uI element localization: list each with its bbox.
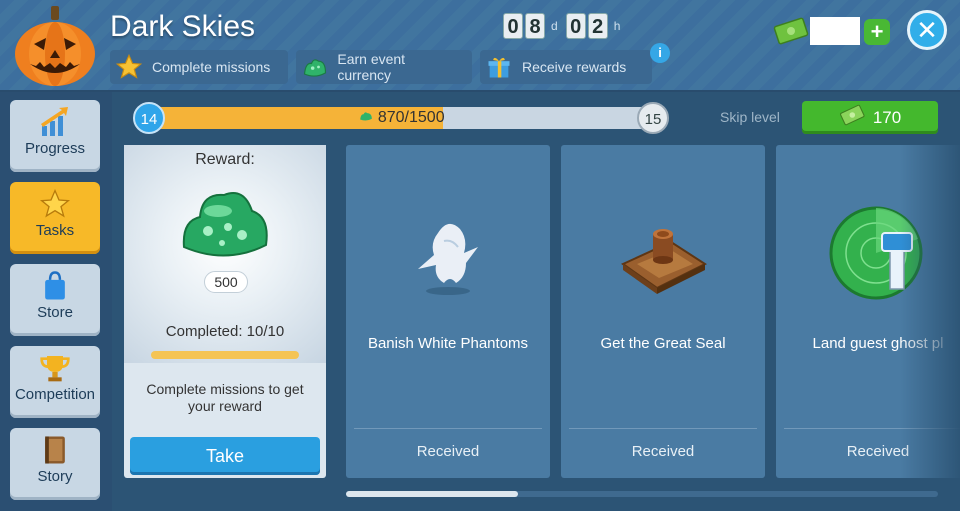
slime-icon <box>178 181 272 272</box>
close-button[interactable]: ✕ <box>907 10 947 50</box>
task-card[interactable]: Get the Great Seal Received <box>561 145 765 478</box>
sidebar-item-label: Store <box>37 304 73 321</box>
task-name: Get the Great Seal <box>600 335 726 352</box>
timer-unit-hours: h <box>613 19 621 33</box>
sidebar: Progress Tasks Store Competition Story <box>0 92 112 511</box>
currency-display: + <box>772 14 892 48</box>
sidebar-item-label: Competition <box>14 386 96 403</box>
level-progress-value: 870/1500 <box>377 109 445 127</box>
sidebar-item-progress[interactable]: Progress <box>10 100 100 172</box>
ghost-icon <box>346 195 550 315</box>
reward-label: Reward: <box>195 151 255 168</box>
task-card[interactable]: Banish White Phantoms Received <box>346 145 550 478</box>
gift-icon <box>484 52 514 82</box>
completed-text: Completed: 10/10 <box>165 323 285 340</box>
sidebar-item-competition[interactable]: Competition <box>10 346 100 418</box>
timer-digit: 0 <box>565 13 586 39</box>
take-reward-button[interactable]: Take <box>130 437 320 475</box>
pumpkin-logo-icon <box>12 4 98 88</box>
step-receive-rewards: Receive rewards <box>480 50 652 84</box>
cash-icon <box>839 104 867 131</box>
step-label: Complete missions <box>152 59 271 75</box>
task-status: Received <box>631 443 695 460</box>
star-icon <box>10 182 100 222</box>
info-button[interactable]: i <box>650 43 670 63</box>
card-divider <box>354 428 542 429</box>
timer-unit-days: d <box>551 19 558 33</box>
level-progress-text: 870/1500 <box>148 107 656 129</box>
add-currency-button[interactable]: + <box>864 19 890 45</box>
slime-icon <box>300 52 329 82</box>
seal-icon <box>561 195 765 315</box>
skip-level-cost: 170 <box>872 107 902 127</box>
reward-description: Complete missions to get your reward <box>146 381 304 414</box>
skip-level-label: Skip level <box>720 109 780 125</box>
reward-amount: 500 <box>204 271 248 293</box>
sidebar-item-store[interactable]: Store <box>10 264 100 336</box>
task-status: Received <box>416 443 480 460</box>
step-label: Receive rewards <box>522 59 627 75</box>
next-level-badge: 15 <box>637 102 669 134</box>
timer-digit: 2 <box>587 13 608 39</box>
star-icon <box>114 52 144 82</box>
task-name: Banish White Phantoms <box>367 335 529 352</box>
trophy-icon <box>10 346 100 386</box>
skip-level-button[interactable]: 170 <box>802 101 938 134</box>
cards-fade-overlay <box>900 145 960 478</box>
slime-icon <box>359 107 373 129</box>
step-earn-currency: Earn event currency <box>296 50 472 84</box>
step-label: Earn event currency <box>337 51 406 83</box>
level-progress-bar: 870/1500 <box>148 107 656 129</box>
sidebar-item-label: Story <box>37 468 73 485</box>
reward-panel: Reward: 500 Completed: 10/10 Complete mi… <box>124 145 326 478</box>
book-icon <box>10 428 100 468</box>
timer-digit: 0 <box>503 13 523 39</box>
cash-icon <box>772 16 812 51</box>
event-steps: Complete missions Earn event currency Re… <box>110 50 652 84</box>
event-timer: 0 8 d 0 2 h <box>503 13 626 39</box>
sidebar-item-story[interactable]: Story <box>10 428 100 500</box>
card-divider <box>569 428 757 429</box>
step-complete-missions: Complete missions <box>110 50 288 84</box>
sidebar-item-label: Progress <box>24 140 86 157</box>
sidebar-item-label: Tasks <box>35 222 75 239</box>
reward-display: Reward: 500 Completed: 10/10 <box>124 145 326 363</box>
current-level-badge: 14 <box>133 102 165 134</box>
cards-scrollbar-thumb[interactable] <box>346 491 518 497</box>
page-title: Dark Skies <box>110 10 256 43</box>
sidebar-item-tasks[interactable]: Tasks <box>10 182 100 254</box>
progress-arrow-icon <box>10 100 100 140</box>
shopping-bag-icon <box>10 264 100 304</box>
currency-amount-redacted <box>810 17 860 45</box>
completed-progress-bar <box>151 351 299 359</box>
timer-digit: 8 <box>525 13 545 39</box>
header-bar: Dark Skies 0 8 d 0 2 h Complete missions… <box>0 0 960 92</box>
completed-progress-fill <box>151 351 299 359</box>
